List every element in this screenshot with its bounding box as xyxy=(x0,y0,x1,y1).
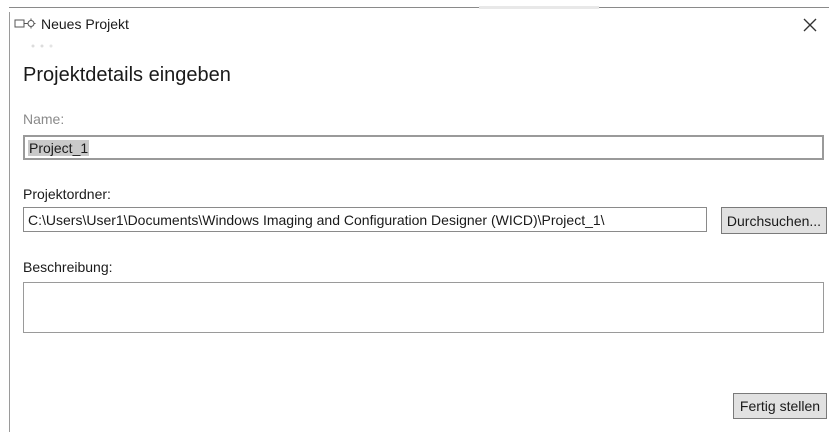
close-button[interactable] xyxy=(799,14,821,36)
page-heading: Projektdetails eingeben xyxy=(23,64,231,86)
name-input[interactable]: Project_1 xyxy=(23,135,824,160)
window-top-border xyxy=(9,6,829,9)
window-title: Neues Projekt xyxy=(41,16,129,32)
project-folder-label: Projektordner: xyxy=(23,186,111,202)
window-left-border xyxy=(9,12,10,432)
browse-button[interactable]: Durchsuchen... xyxy=(721,207,827,234)
window-top-highlight xyxy=(479,6,599,9)
finish-button[interactable]: Fertig stellen xyxy=(733,393,827,419)
wicd-app-icon xyxy=(14,17,36,31)
project-folder-input[interactable]: C:\Users\User1\Documents\Windows Imaging… xyxy=(23,207,707,232)
close-icon xyxy=(803,18,817,32)
faded-decoration xyxy=(31,44,53,48)
new-project-dialog: Neues Projekt Projektdetails eingeben Na… xyxy=(0,0,829,432)
title-bar: Neues Projekt xyxy=(10,10,829,38)
description-label: Beschreibung: xyxy=(23,259,113,275)
description-input[interactable] xyxy=(23,282,824,333)
name-label: Name: xyxy=(23,111,65,127)
name-input-value: Project_1 xyxy=(28,140,90,156)
